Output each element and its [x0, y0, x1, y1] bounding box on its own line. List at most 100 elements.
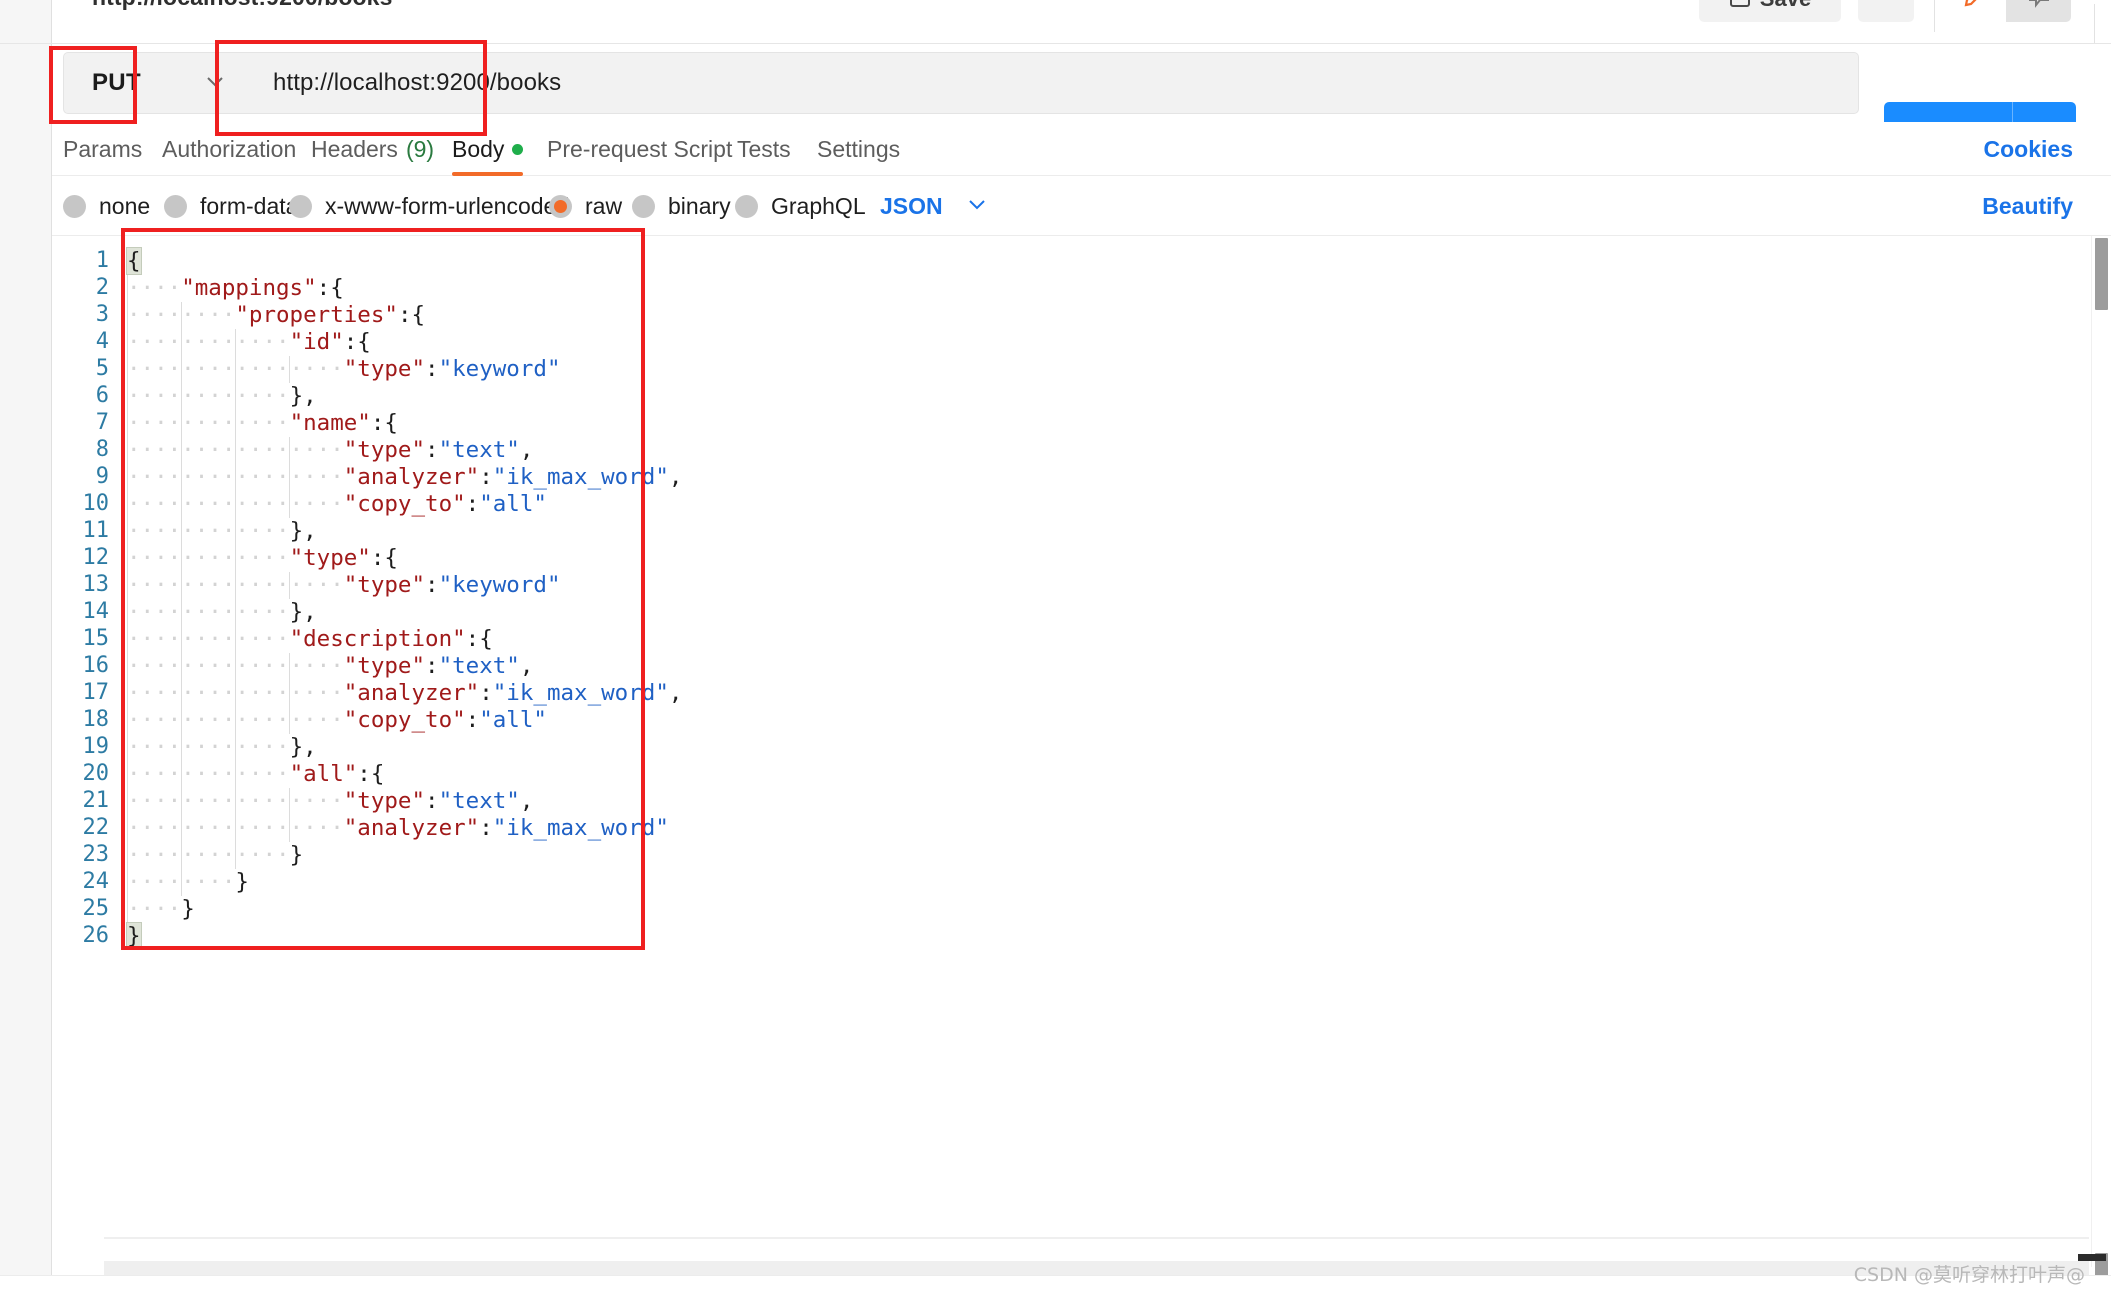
- tab-body[interactable]: Body: [452, 122, 523, 176]
- code-line[interactable]: ············"all":{: [123, 761, 2089, 788]
- line-number: 13: [83, 572, 110, 597]
- code-line[interactable]: ············"type":{: [123, 545, 2089, 572]
- code-line[interactable]: }: [123, 923, 2089, 950]
- radio-unselected-icon[interactable]: [632, 195, 655, 218]
- body-type-raw[interactable]: raw: [549, 176, 622, 236]
- request-url-row: PUT http://localhost:9200/books 先创建一个索引，…: [0, 44, 2111, 122]
- code-line[interactable]: ········"properties":{: [123, 302, 2089, 329]
- scrollbar-thumb[interactable]: [2095, 238, 2108, 310]
- code-token-brace: {: [127, 248, 141, 274]
- code-token-punc: :: [466, 491, 480, 517]
- code-line[interactable]: ················"copy_to":"all": [123, 707, 2089, 734]
- code-token-brace: }: [290, 842, 304, 868]
- tab-count-badge: (9): [406, 136, 434, 163]
- tab-authorization[interactable]: Authorization: [162, 122, 296, 176]
- code-token-punc: :: [466, 626, 480, 652]
- body-type-binary[interactable]: binary: [632, 176, 731, 236]
- code-line[interactable]: ····"mappings":{: [123, 275, 2089, 302]
- code-token-punc: :: [398, 302, 412, 328]
- body-type-form-data[interactable]: form-data: [164, 176, 298, 236]
- save-button-label: Save: [1760, 0, 1811, 12]
- code-line[interactable]: ················"type":"keyword": [123, 356, 2089, 383]
- tab-settings[interactable]: Settings: [817, 122, 900, 176]
- code-token-key: "type": [344, 572, 425, 598]
- code-token-punc: :: [479, 464, 493, 490]
- console-button[interactable]: [1941, 0, 2006, 22]
- indent-dots: ················: [127, 356, 344, 382]
- request-url-input[interactable]: http://localhost:9200/books: [249, 53, 1858, 113]
- code-line[interactable]: ················"analyzer":"ik_max_word"…: [123, 680, 2089, 707]
- body-type-x-www-form-urlencoded[interactable]: x-www-form-urlencoded: [289, 176, 569, 236]
- radio-unselected-icon[interactable]: [735, 195, 758, 218]
- code-line[interactable]: ····}: [123, 896, 2089, 923]
- left-rail: [0, 44, 52, 122]
- raw-format-select[interactable]: JSON: [880, 176, 989, 236]
- tab-params[interactable]: Params: [63, 122, 142, 176]
- code-area[interactable]: {····"mappings":{········"properties":{·…: [123, 236, 2089, 1297]
- body-type-label: raw: [585, 193, 622, 220]
- code-line[interactable]: ············"description":{: [123, 626, 2089, 653]
- code-token-punc: :: [425, 572, 439, 598]
- comment-button[interactable]: [2006, 0, 2071, 22]
- code-token-key: "copy_to": [344, 707, 466, 733]
- indent-dots: ············: [127, 599, 290, 625]
- radio-unselected-icon[interactable]: [289, 195, 312, 218]
- code-token-brace: }: [290, 518, 304, 544]
- code-token-str: "text": [439, 437, 520, 463]
- editor-horizontal-scrollbar[interactable]: [104, 1261, 2089, 1275]
- code-line[interactable]: ················"type":"text",: [123, 437, 2089, 464]
- code-line[interactable]: ············},: [123, 599, 2089, 626]
- tab-tests[interactable]: Tests: [737, 122, 791, 176]
- code-line[interactable]: ············},: [123, 383, 2089, 410]
- code-token-punc: :: [425, 437, 439, 463]
- line-number: 7: [96, 410, 109, 435]
- code-line[interactable]: ················"copy_to":"all": [123, 491, 2089, 518]
- indent-dots: ················: [127, 680, 344, 706]
- editor-vertical-scrollbar[interactable]: [2091, 236, 2109, 1267]
- code-line[interactable]: ········}: [123, 869, 2089, 896]
- line-number: 6: [96, 383, 109, 408]
- indent-dots: ················: [127, 491, 344, 517]
- code-line[interactable]: {: [123, 248, 2089, 275]
- code-token-punc: :: [344, 329, 358, 355]
- body-type-row: noneform-datax-www-form-urlencoded rawbin…: [0, 176, 2111, 236]
- editor-pane[interactable]: 1234567891011121314151617181920212223242…: [52, 236, 2111, 1297]
- cookies-link[interactable]: Cookies: [1984, 122, 2073, 176]
- code-line[interactable]: ················"type":"keyword": [123, 572, 2089, 599]
- tab-pre-request-script[interactable]: Pre-request Script: [547, 122, 732, 176]
- line-number: 19: [83, 734, 110, 759]
- tab-headers[interactable]: Headers (9): [311, 122, 434, 176]
- code-line[interactable]: ············}: [123, 842, 2089, 869]
- body-type-none[interactable]: none: [63, 176, 150, 236]
- code-line[interactable]: ············"id":{: [123, 329, 2089, 356]
- save-options-button[interactable]: [1858, 0, 1914, 22]
- code-token-str: "ik_max_word": [493, 464, 669, 490]
- code-token-punc: :: [479, 680, 493, 706]
- radio-unselected-icon[interactable]: [63, 195, 86, 218]
- request-tab-title[interactable]: http://localhost:9200/books: [92, 0, 392, 11]
- code-token-str: "keyword": [439, 356, 561, 382]
- line-number: 24: [83, 869, 110, 894]
- code-token-str: "all": [479, 707, 547, 733]
- code-token-punc: ,: [303, 734, 317, 760]
- code-line[interactable]: ············"name":{: [123, 410, 2089, 437]
- code-line[interactable]: ················"analyzer":"ik_max_word"…: [123, 464, 2089, 491]
- tab-label: Headers: [311, 136, 398, 163]
- line-number: 22: [83, 815, 110, 840]
- code-line[interactable]: ················"analyzer":"ik_max_word": [123, 815, 2089, 842]
- save-button[interactable]: Save: [1699, 0, 1841, 22]
- indent-dots: ················: [127, 653, 344, 679]
- body-type-graphql[interactable]: GraphQL: [735, 176, 866, 236]
- radio-selected-icon[interactable]: [549, 195, 572, 218]
- beautify-link[interactable]: Beautify: [1982, 176, 2073, 236]
- code-token-brace: {: [330, 275, 344, 301]
- code-line[interactable]: ················"type":"text",: [123, 788, 2089, 815]
- raw-format-label: JSON: [880, 193, 943, 220]
- code-line[interactable]: ················"type":"text",: [123, 653, 2089, 680]
- radio-unselected-icon[interactable]: [164, 195, 187, 218]
- code-line[interactable]: ············},: [123, 734, 2089, 761]
- code-line[interactable]: ············},: [123, 518, 2089, 545]
- tab-label: Params: [63, 136, 142, 163]
- code-token-punc: :: [479, 815, 493, 841]
- http-method-select[interactable]: PUT: [64, 53, 249, 113]
